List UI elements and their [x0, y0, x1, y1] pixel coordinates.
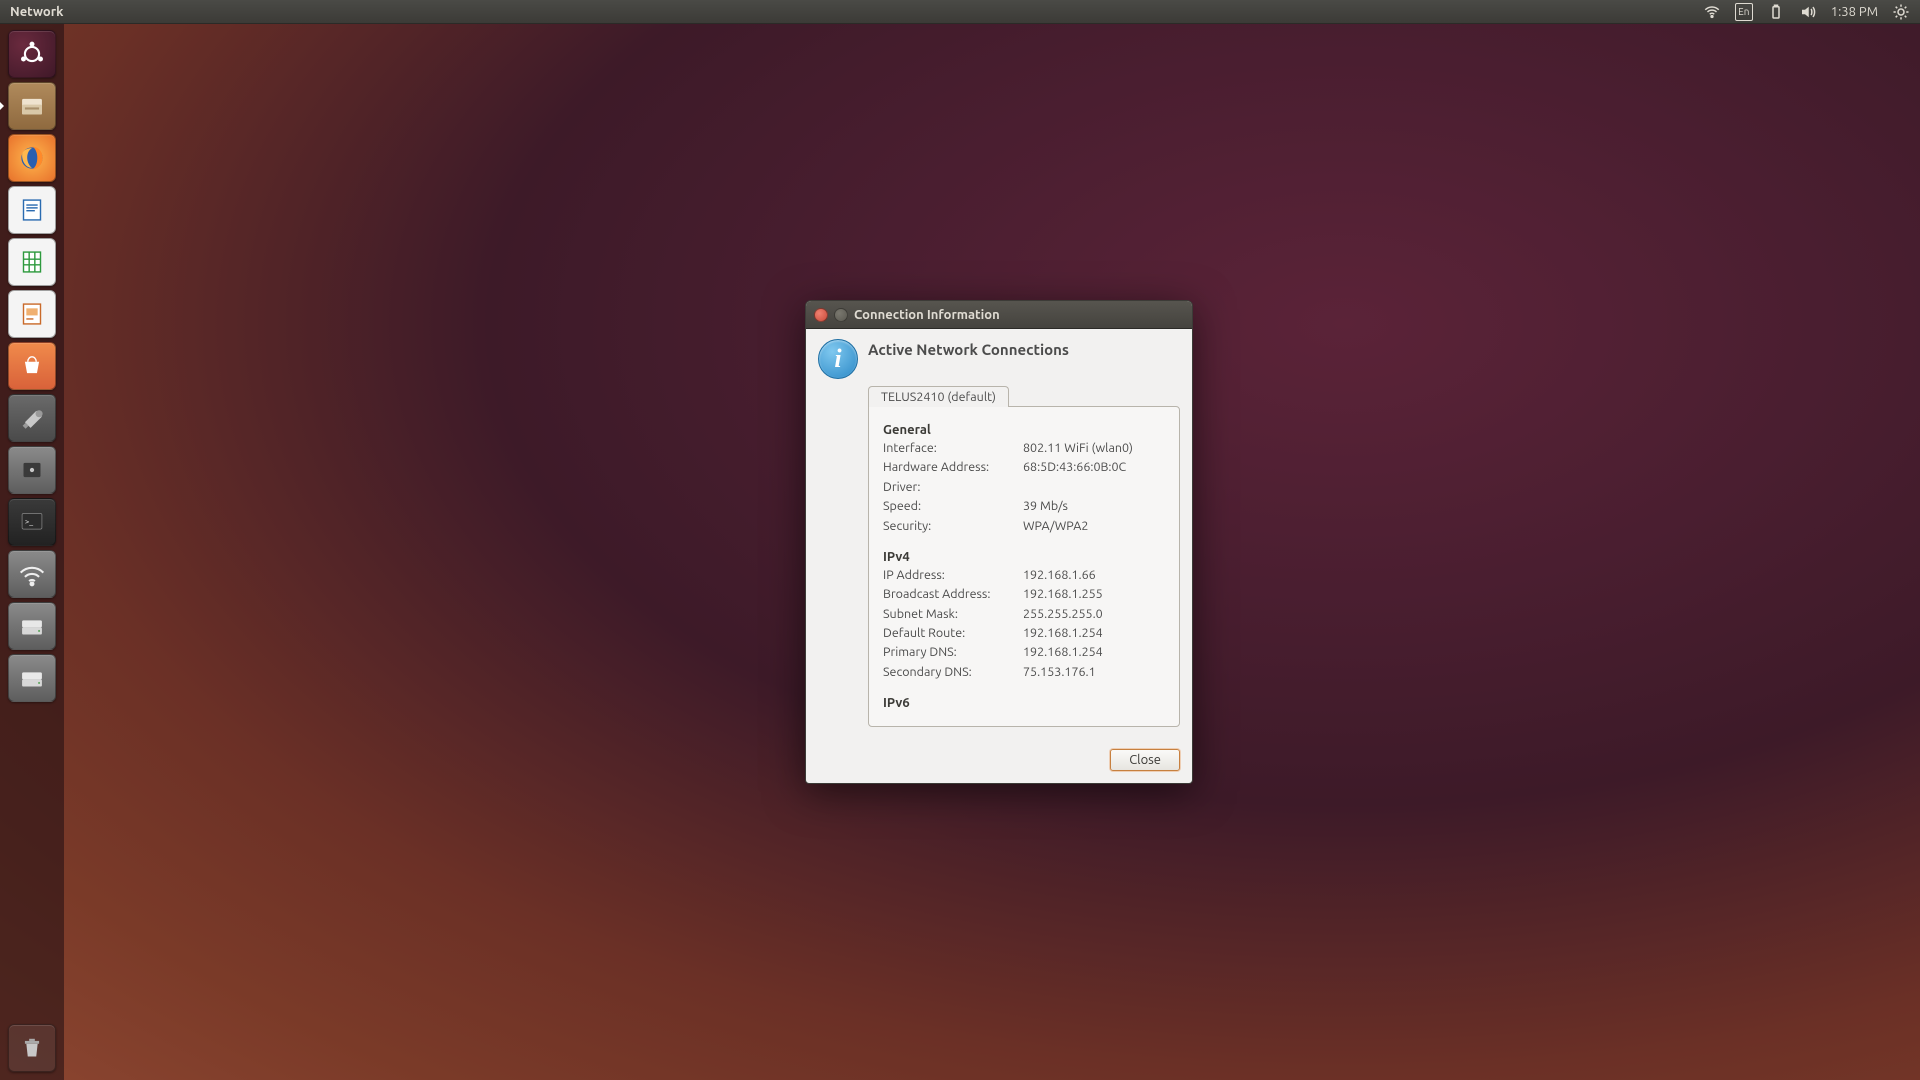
section-ipv4: IPv4	[883, 550, 1165, 564]
window-close-button[interactable]	[814, 308, 828, 322]
label-driver: Driver:	[883, 478, 1023, 497]
dialog-titlebar[interactable]: Connection Information	[806, 301, 1192, 329]
close-button[interactable]: Close	[1110, 749, 1180, 771]
wifi-settings-icon[interactable]	[8, 550, 56, 598]
mounted-drive-icon[interactable]	[8, 654, 56, 702]
impress-icon[interactable]	[8, 290, 56, 338]
section-ipv6: IPv6	[883, 696, 1165, 710]
dialog-button-row: Close	[806, 739, 1192, 783]
settings-icon[interactable]	[8, 394, 56, 442]
tab-panel: General Interface:802.11 WiFi (wlan0) Ha…	[868, 406, 1180, 727]
firefox-icon[interactable]	[8, 134, 56, 182]
mounted-drive-icon[interactable]	[8, 602, 56, 650]
clock-indicator[interactable]: 1:38 PM	[1831, 5, 1878, 19]
label-ip: IP Address:	[883, 566, 1023, 585]
battery-indicator-icon[interactable]	[1767, 3, 1785, 21]
session-indicator-icon[interactable]	[1892, 3, 1910, 21]
value-hwaddr: 68:5D:43:66:0B:0C	[1023, 458, 1165, 477]
label-speed: Speed:	[883, 497, 1023, 516]
label-dns1: Primary DNS:	[883, 643, 1023, 662]
connection-information-dialog: Connection Information i Active Network …	[805, 300, 1193, 784]
connection-tabs: TELUS2410 (default) General Interface:80…	[868, 385, 1180, 727]
dash-icon[interactable]	[8, 30, 56, 78]
label-bcast: Broadcast Address:	[883, 585, 1023, 604]
label-hwaddr: Hardware Address:	[883, 458, 1023, 477]
label-interface: Interface:	[883, 439, 1023, 458]
dialog-heading: Active Network Connections	[868, 341, 1069, 358]
value-driver	[1023, 478, 1165, 497]
section-general: General	[883, 423, 1165, 437]
top-panel: Network En 1:38 PM	[0, 0, 1920, 24]
terminal-icon[interactable]: >_	[8, 498, 56, 546]
label-mask: Subnet Mask:	[883, 605, 1023, 624]
files-icon[interactable]	[8, 82, 56, 130]
system-tray: En 1:38 PM	[1693, 0, 1920, 23]
window-minimize-button[interactable]	[834, 308, 848, 322]
tab-connection[interactable]: TELUS2410 (default)	[868, 386, 1009, 407]
external-drive-icon[interactable]	[8, 446, 56, 494]
network-indicator-icon[interactable]	[1703, 3, 1721, 21]
value-route: 192.168.1.254	[1023, 624, 1165, 643]
label-route: Default Route:	[883, 624, 1023, 643]
label-dns2: Secondary DNS:	[883, 663, 1023, 682]
calc-icon[interactable]	[8, 238, 56, 286]
info-icon: i	[818, 339, 858, 379]
value-dns1: 192.168.1.254	[1023, 643, 1165, 662]
value-dns2: 75.153.176.1	[1023, 663, 1165, 682]
value-interface: 802.11 WiFi (wlan0)	[1023, 439, 1165, 458]
dialog-title: Connection Information	[854, 308, 1000, 322]
value-speed: 39 Mb/s	[1023, 497, 1165, 516]
active-app-indicator[interactable]: Network	[0, 5, 73, 19]
unity-launcher: >_	[0, 24, 64, 1080]
value-bcast: 192.168.1.255	[1023, 585, 1165, 604]
value-ip: 192.168.1.66	[1023, 566, 1165, 585]
software-center-icon[interactable]	[8, 342, 56, 390]
keyboard-layout-indicator[interactable]: En	[1735, 3, 1753, 21]
dialog-content: i Active Network Connections TELUS2410 (…	[806, 329, 1192, 739]
value-mask: 255.255.255.0	[1023, 605, 1165, 624]
value-security: WPA/WPA2	[1023, 517, 1165, 536]
label-security: Security:	[883, 517, 1023, 536]
trash-icon[interactable]	[8, 1024, 56, 1072]
sound-indicator-icon[interactable]	[1799, 3, 1817, 21]
svg-text:>_: >_	[25, 518, 33, 526]
writer-icon[interactable]	[8, 186, 56, 234]
